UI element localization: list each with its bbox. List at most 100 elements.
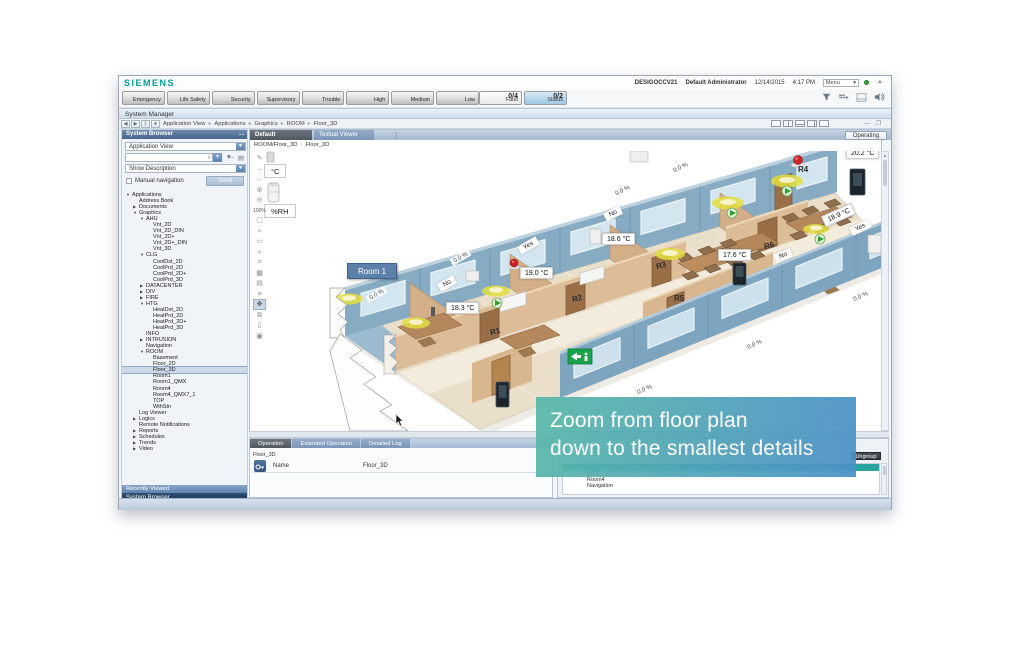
link-view-icon[interactable]: ⧉: [254, 311, 265, 320]
report-icon[interactable]: [838, 93, 849, 102]
property-value[interactable]: Floor_3D: [363, 463, 388, 469]
tree-item-video[interactable]: ▶Video: [122, 446, 247, 452]
zoom-level: 100%: [253, 208, 266, 214]
pin-icon[interactable]: ▪ ▪: [239, 132, 244, 138]
grid-icon[interactable]: ▦: [254, 269, 265, 278]
manual-navigation-checkbox[interactable]: [126, 178, 132, 184]
status-button-emergency[interactable]: Emergency: [122, 91, 165, 105]
scrollbar-thumb[interactable]: [883, 160, 887, 186]
layout-split-vertical-icon[interactable]: [783, 120, 793, 127]
status-button-trouble[interactable]: Trouble: [302, 91, 345, 105]
status-button[interactable]: 0/2 Status: [524, 91, 567, 105]
search-input[interactable]: ⌕: [125, 153, 213, 162]
zoom-area-icon[interactable]: ⌕: [254, 227, 265, 236]
status-button-supervisory[interactable]: Supervisory: [257, 91, 300, 105]
operation-panel: OperationExtended OperationDetailed Log …: [249, 438, 553, 498]
fault-label: Fault: [506, 97, 518, 103]
system-browser-title: System Browser: [126, 131, 173, 137]
status-button-label: High: [374, 97, 385, 103]
operating-button[interactable]: Operating: [845, 131, 887, 140]
key-icon: [254, 460, 266, 472]
status-button-row: Emergency Life Safety Security Supervisory T…: [119, 89, 891, 108]
status-button-label: Medium: [411, 97, 431, 103]
view-selector[interactable]: Application View ▼: [125, 142, 246, 151]
breadcrumb-item-application-view[interactable]: Application View: [163, 121, 205, 127]
window-controls[interactable]: — ❐: [864, 120, 883, 127]
tab-operation[interactable]: Operation: [250, 439, 291, 448]
status-value-label: No: [603, 205, 623, 221]
forward-icon[interactable]: ▶: [131, 120, 140, 128]
zoom-selection-icon[interactable]: ⌕: [254, 248, 265, 257]
chevron-down-icon[interactable]: ▼: [236, 143, 245, 150]
filter-icon[interactable]: ▼̶: [226, 154, 232, 161]
scroll-up-icon[interactable]: ▲: [882, 152, 888, 159]
list-scrollbar[interactable]: [881, 463, 887, 495]
layers-icon[interactable]: ▤: [254, 279, 265, 288]
tab-default[interactable]: Default: [250, 130, 312, 140]
description-selector[interactable]: Show Description ▼: [125, 164, 246, 173]
system-browser-header: System Browser ▪ ▪: [122, 130, 247, 139]
fault-button[interactable]: 0/4 Fault: [479, 91, 522, 105]
layout-icon[interactable]: [856, 93, 867, 102]
temperature-label: 17.6 °C: [718, 249, 751, 261]
status-button-security[interactable]: Security: [212, 91, 255, 105]
chevron-down-icon[interactable]: ▼: [236, 165, 245, 172]
search-icon: ⌕: [208, 155, 211, 162]
layout-custom-icon[interactable]: [819, 120, 829, 127]
status-button-low[interactable]: Low: [436, 91, 479, 105]
status-button-high[interactable]: High: [346, 91, 389, 105]
graphics-canvas[interactable]: ✎→←⊕⊖ 100% ▢⌕▭⌕⌗▦▤≡✥⧉▯▣ °C%RHRoom 118.3 …: [249, 151, 881, 431]
zoom-in-icon[interactable]: ⊕: [254, 186, 265, 195]
recently-viewed-bar[interactable]: Recently Viewed: [122, 485, 247, 493]
filter-icon[interactable]: [822, 93, 831, 102]
select-rect-icon[interactable]: ▢: [254, 216, 265, 225]
menu-dropdown[interactable]: Menu ▾: [823, 79, 859, 87]
scrollbar-thumb[interactable]: [883, 466, 886, 475]
percent-label: 0.0 %: [849, 289, 871, 304]
operation-tabs: OperationExtended OperationDetailed Log: [250, 439, 552, 448]
pan-left-icon[interactable]: ←: [254, 175, 265, 184]
save-icon[interactable]: ▤: [238, 154, 244, 162]
user-name: Default Administrator: [685, 80, 746, 86]
status-button-label: Emergency: [133, 97, 161, 103]
canvas-vertical-scrollbar[interactable]: ▲: [881, 151, 889, 431]
temperature-label: 18.3 °C: [446, 302, 479, 314]
date-label: 12/14/2015: [755, 80, 785, 86]
tab-textual-viewer[interactable]: Textual Viewer: [314, 130, 374, 140]
send-button[interactable]: Send: [206, 176, 244, 186]
status-button-label: Security: [231, 97, 251, 103]
chevron-down-icon[interactable]: ▼: [213, 153, 222, 162]
list-lines-icon[interactable]: ≡: [254, 290, 265, 299]
layout-split-right-icon[interactable]: [807, 120, 817, 127]
breadcrumb-item-applications[interactable]: Applications: [214, 121, 245, 127]
layout-single-icon[interactable]: [771, 120, 781, 127]
page-icon[interactable]: ▯: [254, 321, 265, 330]
list-item-navigation[interactable]: Navigation: [563, 483, 879, 489]
volume-icon[interactable]: [874, 92, 885, 102]
room-door-label: R3: [655, 260, 667, 271]
pan-right-icon[interactable]: →: [254, 165, 265, 174]
edit-icon[interactable]: ✎: [254, 154, 265, 163]
fit-view-icon[interactable]: ▭: [254, 237, 265, 246]
tab-extended-operation[interactable]: Extended Operation: [292, 439, 360, 448]
viewer-path[interactable]: ROOM/Floor_3D: [254, 142, 298, 148]
status-button-life-safety[interactable]: Life Safety: [167, 91, 210, 105]
crop-frame-icon[interactable]: ⌗: [254, 258, 265, 267]
caption-line-1: Zoom from floor plan: [550, 407, 856, 435]
status-button-medium[interactable]: Medium: [391, 91, 434, 105]
status-button-label: Trouble: [322, 97, 340, 103]
pan-tool-icon[interactable]: ✥: [254, 300, 265, 309]
layout-split-horizontal-icon[interactable]: [795, 120, 805, 127]
favorite-icon[interactable]: ★: [151, 120, 160, 128]
collapse-caret-icon[interactable]: ▲: [877, 79, 883, 85]
zoom-out-icon[interactable]: ⊖: [254, 196, 265, 205]
back-icon[interactable]: ◀: [121, 120, 130, 128]
breadcrumb-item-floor-3d[interactable]: Floor_3D: [314, 121, 338, 127]
breadcrumb-item-graphics[interactable]: Graphics: [255, 121, 278, 127]
app-window: SIEMENS DESIGOCCV21 Default Administrato…: [118, 75, 892, 510]
print-icon[interactable]: ▣: [254, 332, 265, 341]
tab-detailed-log[interactable]: Detailed Log: [361, 439, 410, 448]
status-button-label: Supervisory: [266, 97, 295, 103]
breadcrumb-item-room[interactable]: ROOM: [287, 121, 305, 127]
up-level-icon[interactable]: ↥: [141, 120, 150, 128]
